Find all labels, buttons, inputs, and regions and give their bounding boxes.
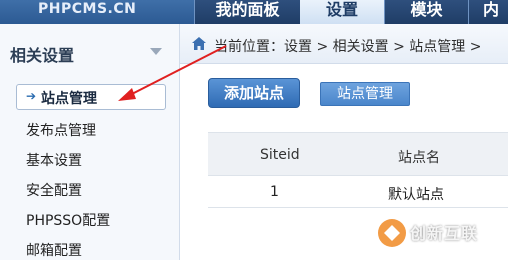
- watermark-text: 创新互联: [410, 224, 479, 243]
- column-header-siteid: Siteid: [260, 147, 300, 163]
- table-header: Siteid 站点名: [208, 132, 508, 176]
- sidebar-item-label: 站点管理: [41, 91, 97, 107]
- sidebar-heading: 相关设置: [10, 46, 75, 65]
- collapse-caret-icon[interactable]: [150, 48, 162, 55]
- sidebar-item-site-manage[interactable]: ➔ 站点管理: [16, 84, 166, 110]
- tab-modules[interactable]: 模块: [384, 0, 468, 24]
- sidebar: 相关设置 ➔ 站点管理 发布点管理 基本设置 安全配置 PHPSSO配置 邮箱配…: [0, 24, 180, 260]
- breadcrumb: 当前位置：设置 > 相关设置 > 站点管理 >: [214, 39, 482, 55]
- sidebar-item-phpsso[interactable]: PHPSSO配置: [26, 210, 110, 230]
- top-nav-bar: PHPCMS.CN 我的面板 设置 模块 内: [0, 0, 508, 24]
- cell-siteid: 1: [270, 184, 279, 200]
- sidebar-item-publish-points[interactable]: 发布点管理: [26, 120, 96, 140]
- app-logo: PHPCMS.CN: [38, 1, 137, 17]
- breadcrumb-bar: 当前位置：设置 > 相关设置 > 站点管理 >: [180, 24, 508, 64]
- column-header-site-name: 站点名: [398, 150, 440, 166]
- sidebar-item-mail[interactable]: 邮箱配置: [26, 240, 82, 260]
- home-icon: [192, 37, 206, 50]
- sidebar-item-security[interactable]: 安全配置: [26, 180, 82, 200]
- cell-site-name: 默认站点: [388, 187, 444, 203]
- tab-content[interactable]: 内: [468, 0, 508, 24]
- site-manage-button[interactable]: 站点管理: [320, 82, 410, 106]
- add-site-button[interactable]: 添加站点: [208, 78, 300, 108]
- arrow-right-icon: ➔: [26, 89, 37, 103]
- tab-my-panel[interactable]: 我的面板: [194, 0, 300, 24]
- table-row[interactable]: 1 默认站点: [208, 176, 508, 208]
- sidebar-item-basic-settings[interactable]: 基本设置: [26, 150, 82, 170]
- tab-settings[interactable]: 设置: [300, 0, 384, 24]
